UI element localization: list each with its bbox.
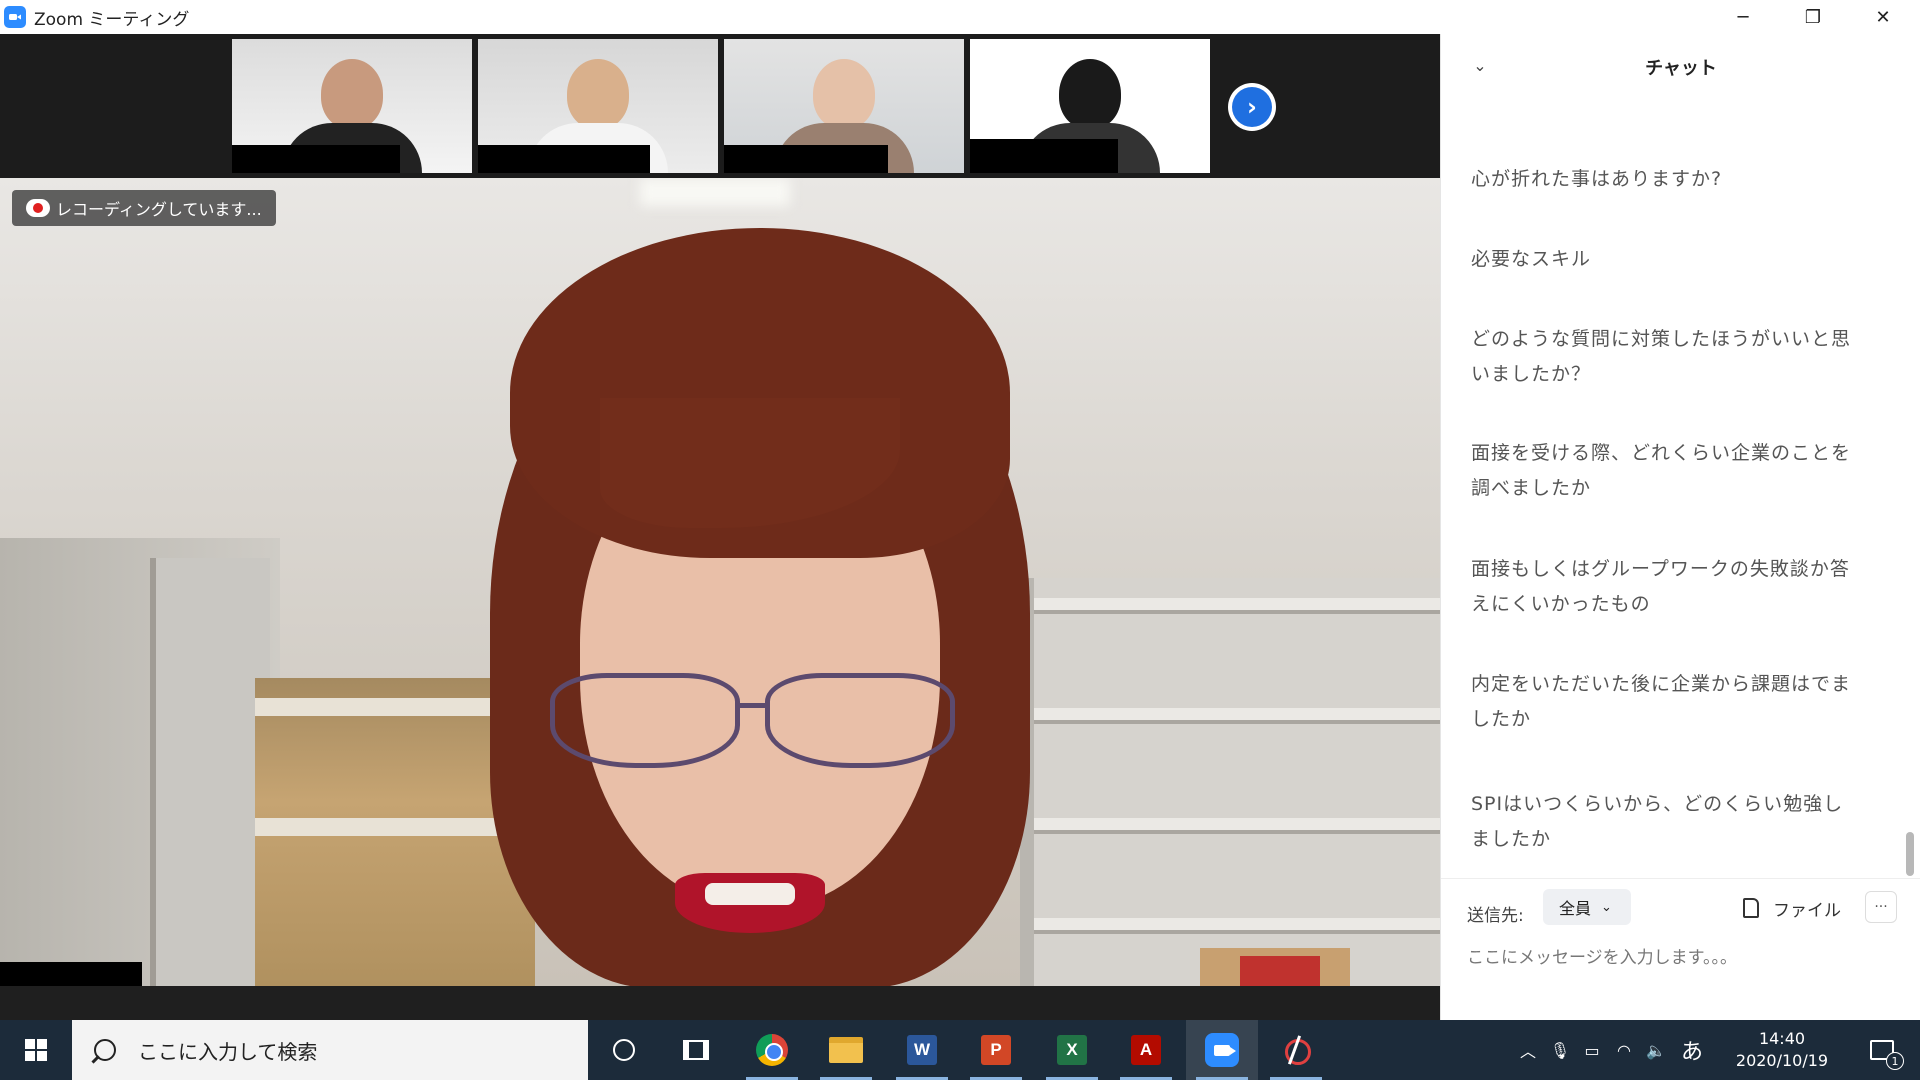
zoom-taskbar-button[interactable]	[1186, 1020, 1258, 1080]
notification-icon: 1	[1870, 1040, 1904, 1070]
chat-header: ⌄ チャット	[1441, 34, 1920, 100]
chat-message-list[interactable]: 心が折れた事はありますか? 必要なスキル どのような質問に対策したほうがいいと思…	[1441, 100, 1920, 878]
name-redaction	[970, 139, 1118, 173]
participant-thumbnail[interactable]	[232, 39, 472, 173]
start-button[interactable]	[0, 1020, 72, 1080]
task-view-button[interactable]	[660, 1020, 732, 1080]
title-bar: Zoom ミーティング ─ ❐ ✕	[0, 0, 1920, 34]
chat-message: SPIはいつくらいから、どのくらい勉強しましたか	[1471, 793, 1844, 850]
powerpoint-icon: P	[981, 1035, 1011, 1065]
battery-icon: ▭	[1584, 1040, 1600, 1060]
name-redaction	[232, 145, 400, 173]
zoom-app-icon	[4, 6, 26, 28]
window-title: Zoom ミーティング	[34, 9, 190, 30]
microphone-tray-button[interactable]: 🎙	[1544, 1020, 1576, 1080]
more-icon: ···	[1874, 899, 1888, 915]
acrobat-icon: A	[1131, 1035, 1161, 1065]
minimize-icon: ─	[1737, 6, 1749, 28]
recipient-value: 全員	[1559, 899, 1592, 918]
taskbar-clock[interactable]: 14:40 2020/10/19	[1728, 1028, 1836, 1072]
windows-logo-icon	[25, 1039, 47, 1061]
excel-taskbar-button[interactable]: X	[1036, 1020, 1108, 1080]
participant-thumbnail[interactable]	[478, 39, 718, 173]
speaker-person	[480, 228, 1040, 986]
chat-message-input[interactable]	[1467, 943, 1897, 973]
network-tray-button[interactable]: ◠	[1608, 1020, 1640, 1080]
restore-icon: ❐	[1804, 6, 1822, 28]
chat-title: チャット	[1645, 58, 1717, 79]
chevron-right-icon: ›	[1247, 93, 1257, 121]
taskbar-search[interactable]: ここに入力して検索	[72, 1020, 588, 1080]
recording-status: レコーディングしています...	[56, 200, 262, 219]
excel-icon: X	[1057, 1035, 1087, 1065]
system-tray: ︿ 🎙 ▭ ◠ 🔈 あ	[1512, 1020, 1712, 1080]
participant-thumbnail[interactable]	[970, 39, 1210, 173]
zoom-icon	[1205, 1033, 1239, 1067]
search-icon	[94, 1039, 116, 1061]
file-icon	[1743, 898, 1759, 918]
video-area: › レコーディングしています...	[0, 34, 1440, 1020]
cortana-button[interactable]	[588, 1020, 660, 1080]
chat-message: 心が折れた事はありますか?	[1471, 168, 1723, 190]
chat-panel: ⌄ チャット 心が折れた事はありますか? 必要なスキル どのような質問に対策した…	[1440, 34, 1920, 1020]
participant-thumbnail[interactable]	[724, 39, 964, 173]
chrome-taskbar-button[interactable]	[736, 1020, 808, 1080]
chat-message: 内定をいただいた後に企業から課題はでましたか	[1471, 673, 1852, 730]
chat-message: どのような質問に対策したほうがいいと思いましたか？	[1471, 328, 1852, 385]
volume-icon: 🔈	[1646, 1040, 1666, 1060]
name-redaction	[478, 145, 650, 173]
chat-message: 面接を受ける際、どれくらい企業のことを調べましたか	[1471, 442, 1852, 499]
acrobat-taskbar-button[interactable]: A	[1110, 1020, 1182, 1080]
chat-collapse-button[interactable]: ⌄	[1467, 52, 1493, 78]
video-bottom-bar	[0, 986, 1440, 1020]
name-redaction	[724, 145, 888, 173]
snipping-tool-taskbar-button[interactable]	[1260, 1020, 1332, 1080]
show-hidden-icons-button[interactable]: ︿	[1512, 1020, 1544, 1080]
clock-date: 2020/10/19	[1735, 1051, 1829, 1070]
thumbnail-strip: ›	[0, 34, 1440, 178]
file-label: ファイル	[1773, 900, 1841, 921]
chrome-icon	[756, 1034, 788, 1066]
name-redaction	[0, 962, 142, 986]
next-page-button[interactable]: ›	[1228, 83, 1276, 131]
close-button[interactable]: ✕	[1848, 0, 1918, 34]
word-taskbar-button[interactable]: W	[886, 1020, 958, 1080]
chevron-up-icon: ︿	[1519, 1042, 1536, 1061]
more-options-button[interactable]: ···	[1865, 891, 1897, 923]
file-explorer-icon	[829, 1037, 863, 1063]
recording-indicator[interactable]: レコーディングしています...	[12, 190, 276, 226]
powerpoint-taskbar-button[interactable]: P	[960, 1020, 1032, 1080]
action-center-button[interactable]: 1	[1852, 1020, 1912, 1080]
recipient-dropdown[interactable]: 全員 ⌄	[1543, 889, 1631, 925]
cortana-icon	[613, 1039, 635, 1061]
ime-indicator[interactable]: あ	[1672, 1020, 1712, 1080]
volume-tray-button[interactable]: 🔈	[1640, 1020, 1672, 1080]
word-icon: W	[907, 1035, 937, 1065]
chat-composer: 送信先: 全員 ⌄ ファイル ···	[1441, 878, 1920, 1020]
chevron-down-icon: ⌄	[1601, 899, 1612, 915]
notification-count: 1	[1886, 1052, 1904, 1070]
windows-taskbar: ここに入力して検索 W P X A ︿ 🎙 ▭ ◠ 🔈 あ 14:40 2020…	[0, 1020, 1920, 1080]
active-speaker-video	[0, 178, 1440, 986]
chat-scrollbar[interactable]	[1906, 832, 1914, 876]
close-icon: ✕	[1875, 6, 1891, 28]
search-placeholder: ここに入力して検索	[138, 1039, 318, 1064]
restore-button[interactable]: ❐	[1778, 0, 1848, 34]
cloud-recording-icon	[26, 199, 50, 217]
chat-message: 面接もしくはグループワークの失敗談か答えにくいかったもの	[1471, 558, 1850, 615]
chat-message: 必要なスキル	[1471, 248, 1592, 270]
clock-time: 14:40	[1758, 1029, 1806, 1048]
snipping-tool-icon	[1281, 1035, 1311, 1065]
wifi-icon: ◠	[1617, 1040, 1631, 1060]
microphone-icon: 🎙	[1549, 1040, 1571, 1060]
minimize-button[interactable]: ─	[1708, 0, 1778, 34]
chevron-down-icon: ⌄	[1473, 55, 1487, 75]
task-view-icon	[683, 1040, 709, 1060]
file-button[interactable]: ファイル	[1743, 893, 1841, 923]
send-to-label: 送信先:	[1467, 906, 1524, 926]
battery-tray-button[interactable]: ▭	[1576, 1020, 1608, 1080]
file-explorer-taskbar-button[interactable]	[810, 1020, 882, 1080]
